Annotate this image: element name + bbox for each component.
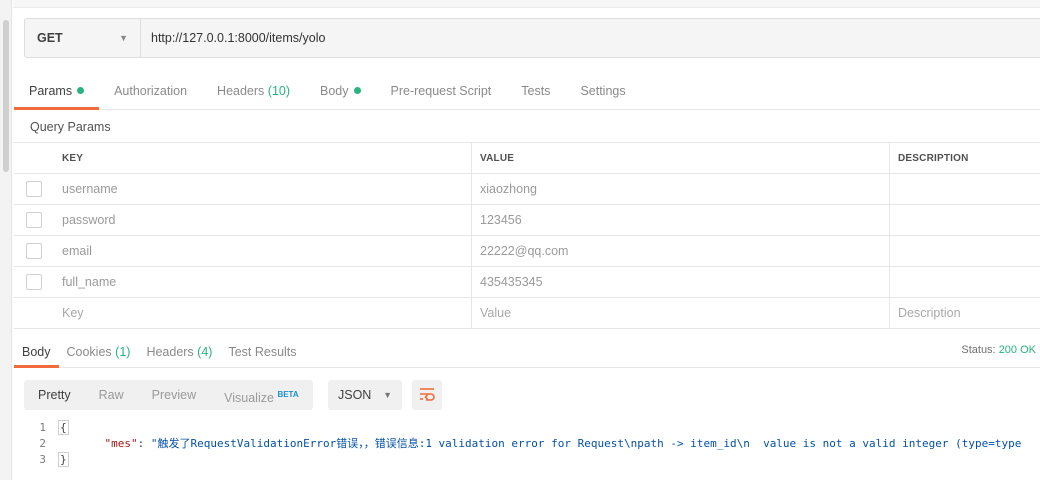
- description-column-header: DESCRIPTION: [898, 152, 969, 164]
- tab-label: Tests: [521, 84, 551, 98]
- tab-tests[interactable]: Tests: [506, 76, 565, 110]
- close-brace: }: [58, 452, 69, 467]
- tab-settings[interactable]: Settings: [565, 76, 640, 110]
- query-params-title: Query Params: [30, 120, 111, 134]
- tab-count: (10): [267, 84, 291, 98]
- tab-count: (4): [197, 345, 213, 359]
- code-line: 1 {: [14, 420, 1040, 436]
- scrollbar-thumb[interactable]: [3, 20, 9, 172]
- tab-cookies[interactable]: Cookies (1): [59, 338, 139, 368]
- url-input[interactable]: [141, 19, 1040, 57]
- wrap-lines-icon: [418, 386, 436, 405]
- tab-label: Headers: [146, 345, 194, 359]
- description-placeholder[interactable]: Description: [890, 298, 1040, 328]
- new-param-row: Key Value Description: [14, 298, 1040, 329]
- param-key[interactable]: email: [54, 236, 472, 266]
- tab-pre-request-script[interactable]: Pre-request Script: [376, 76, 507, 110]
- key-placeholder[interactable]: Key: [54, 298, 472, 328]
- method-label: GET: [37, 31, 63, 45]
- json-key: "mes": [104, 437, 138, 450]
- param-description[interactable]: [890, 205, 1040, 235]
- line-number: 3: [39, 453, 46, 466]
- param-key[interactable]: password: [54, 205, 472, 235]
- method-select[interactable]: GET ▼: [25, 19, 141, 57]
- view-mode-group: Pretty Raw Preview Visualize BETA: [24, 380, 313, 410]
- line-number: 2: [39, 437, 46, 450]
- params-table: KEY VALUE DESCRIPTION username xiaozhong…: [14, 142, 1040, 329]
- tab-label: Settings: [580, 84, 626, 98]
- line-number: 1: [39, 421, 46, 434]
- tab-label: Authorization: [114, 84, 188, 98]
- json-value: "触发了RequestValidationError错误，，错误信息:1 val…: [150, 437, 1022, 450]
- value-placeholder[interactable]: Value: [472, 298, 890, 328]
- tab-label: Cookies: [66, 345, 112, 359]
- param-description[interactable]: [890, 267, 1040, 297]
- row-checkbox[interactable]: [25, 274, 42, 290]
- visualize-button[interactable]: Visualize BETA: [210, 380, 312, 410]
- top-strip: [13, 0, 1040, 8]
- vertical-scrollbar[interactable]: [0, 0, 12, 480]
- format-label: JSON: [338, 388, 372, 402]
- table-row: password 123456: [14, 205, 1040, 236]
- tab-count: (1): [115, 345, 131, 359]
- status-label: Status:: [961, 344, 996, 356]
- tab-body[interactable]: Body: [305, 76, 376, 110]
- visualize-label: Visualize: [224, 391, 274, 406]
- row-checkbox[interactable]: [25, 212, 42, 228]
- code-line: 3 }: [14, 452, 1040, 468]
- tab-label: Body: [22, 345, 51, 359]
- request-bar: GET ▼: [24, 18, 1040, 58]
- tab-label: Pre-request Script: [390, 84, 492, 98]
- tab-headers[interactable]: Headers (10): [202, 76, 305, 110]
- chevron-down-icon: ▼: [119, 33, 128, 43]
- tab-test-results[interactable]: Test Results: [220, 338, 304, 368]
- format-select[interactable]: JSON ▼: [328, 380, 402, 410]
- param-value[interactable]: 123456: [472, 205, 890, 235]
- tab-authorization[interactable]: Authorization: [99, 76, 202, 110]
- response-status: Status: 200 OK: [961, 344, 1036, 356]
- tab-label: Test Results: [228, 345, 297, 359]
- request-tabs: Params Authorization Headers (10) Body P…: [14, 76, 1040, 110]
- tab-label: Body: [320, 84, 349, 98]
- open-brace: {: [58, 420, 69, 435]
- pretty-button[interactable]: Pretty: [24, 380, 85, 410]
- param-value[interactable]: 435435345: [472, 267, 890, 297]
- active-dot-icon: [77, 87, 85, 94]
- table-header: KEY VALUE DESCRIPTION: [14, 143, 1040, 174]
- header-check-cell: [14, 143, 54, 173]
- response-body-viewer[interactable]: 1 { 2 "mes": "触发了RequestValidationError错…: [14, 420, 1040, 480]
- param-key[interactable]: full_name: [54, 267, 472, 297]
- status-badge: 200 OK: [998, 344, 1036, 356]
- param-description[interactable]: [890, 236, 1040, 266]
- key-column-header: KEY: [54, 143, 472, 173]
- wrap-lines-button[interactable]: [412, 380, 442, 410]
- row-checkbox[interactable]: [25, 243, 42, 259]
- table-row: username xiaozhong: [14, 174, 1040, 205]
- table-row: email 22222@qq.com: [14, 236, 1040, 267]
- table-row: full_name 435435345: [14, 267, 1040, 298]
- tab-params[interactable]: Params: [14, 76, 100, 110]
- preview-button[interactable]: Preview: [138, 380, 210, 410]
- json-separator: :: [137, 437, 151, 450]
- value-column-header: VALUE: [472, 143, 890, 173]
- tab-response-body[interactable]: Body: [14, 338, 59, 368]
- tab-label: Params: [29, 84, 73, 98]
- param-key[interactable]: username: [54, 174, 472, 204]
- param-value[interactable]: 22222@qq.com: [472, 236, 890, 266]
- beta-badge: BETA: [277, 390, 299, 399]
- row-checkbox[interactable]: [25, 181, 42, 197]
- active-dot-icon: [353, 87, 361, 94]
- tab-label: Headers: [217, 84, 265, 98]
- response-tabs: Body Cookies (1) Headers (4) Test Result…: [14, 338, 1040, 368]
- param-description[interactable]: [890, 174, 1040, 204]
- raw-button[interactable]: Raw: [85, 380, 138, 410]
- chevron-down-icon: ▼: [383, 390, 392, 400]
- code-line: 2 "mes": "触发了RequestValidationError错误，，错…: [14, 436, 1040, 452]
- tab-response-headers[interactable]: Headers (4): [138, 338, 220, 368]
- param-value[interactable]: xiaozhong: [472, 174, 890, 204]
